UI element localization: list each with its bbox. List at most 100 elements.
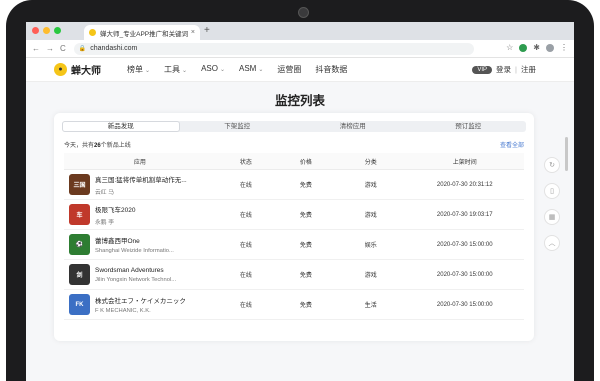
- time-cell: 2020-07-30 15:00:00: [405, 289, 524, 320]
- app-developer: Shanghai Weizide Informatio...: [95, 248, 174, 254]
- tab-1[interactable]: 下架监控: [180, 121, 296, 132]
- app-icon[interactable]: 车: [69, 204, 90, 225]
- nav-item-label: 榜单: [127, 65, 143, 74]
- register-link[interactable]: 注册: [521, 64, 536, 75]
- minimize-window-icon[interactable]: [43, 27, 50, 34]
- puzzle-icon[interactable]: ✱: [533, 43, 540, 52]
- back-icon[interactable]: ←: [32, 44, 40, 53]
- chevron-down-icon: ⌄: [145, 68, 151, 74]
- nav-item-5[interactable]: 抖音数据: [315, 64, 347, 75]
- app-cell[interactable]: 三国 真三国:猛将传单机割草动作无... 云红 马: [64, 169, 216, 200]
- nav-item-1[interactable]: 工具 ⌄: [164, 64, 187, 75]
- page-title: 监控列表: [274, 94, 325, 108]
- browser-tab-bar: 蝉大师_专业APP推广和关键词优 × +: [26, 22, 574, 40]
- nav-item-label: 工具: [164, 65, 181, 74]
- refresh-icon[interactable]: ↻: [544, 157, 560, 173]
- tab-close-icon[interactable]: ×: [191, 29, 195, 36]
- grid-icon[interactable]: ▦: [544, 209, 560, 225]
- favicon-icon: [89, 29, 96, 36]
- star-icon[interactable]: ☆: [506, 43, 513, 52]
- app-developer: Jilin Yongxin Network Technol...: [95, 276, 177, 283]
- category-cell: 生活: [335, 289, 406, 320]
- app-cell[interactable]: 剑 Swordsman Adventures Jilin Yongxin Netwo…: [64, 259, 216, 290]
- nav-item-2[interactable]: ASO ⌄: [201, 64, 225, 75]
- app-cell[interactable]: 车极限飞车2020 永鹏 李: [64, 199, 216, 230]
- app-icon[interactable]: ⚽: [69, 234, 90, 255]
- column-header[interactable]: 价格: [275, 153, 336, 170]
- bee-logo-icon: ●: [54, 63, 67, 76]
- nav-item-label: 运营圈: [277, 65, 302, 74]
- tab-2[interactable]: 清榜应用: [295, 121, 411, 132]
- vip-badge[interactable]: VIP: [472, 65, 493, 74]
- category-cell: 游戏: [335, 169, 406, 200]
- price-cell: 免费: [275, 259, 336, 290]
- app-name[interactable]: 株式会社エフ・ケイメカニック: [95, 295, 211, 305]
- column-header[interactable]: 状态: [215, 153, 276, 170]
- table-row[interactable]: 车极限飞车2020 永鹏 李 在线 免费 游戏 2020-07-30 19:03:17: [64, 199, 524, 230]
- tab-0[interactable]: 新品发现: [62, 121, 180, 132]
- profile-icon[interactable]: [546, 43, 554, 52]
- nav-item-0[interactable]: 榜单 ⌄: [127, 64, 150, 75]
- app-name[interactable]: Swordsman Adventures: [95, 267, 211, 274]
- column-header[interactable]: 分类: [335, 153, 406, 170]
- laptop-frame: 蝉大师_专业APP推广和关键词优 × + ← → C 🔒 chandashi.c…: [0, 0, 600, 381]
- nav-item-3[interactable]: ASM ⌄: [239, 64, 263, 75]
- table-row[interactable]: 三国 真三国:猛将传单机割草动作无... 云红 马 在线 免费 游戏 2020-07-30 …: [64, 169, 524, 200]
- status-cell: 在线: [215, 169, 276, 200]
- app-name[interactable]: 极限飞车2020: [95, 204, 211, 214]
- url-input[interactable]: 🔒 chandashi.com: [73, 42, 474, 55]
- url-text: chandashi.com: [90, 45, 138, 52]
- extension-icon[interactable]: [519, 43, 528, 52]
- reload-icon[interactable]: C: [60, 44, 66, 53]
- forward-icon[interactable]: →: [46, 44, 54, 53]
- tab-3[interactable]: 预订监控: [411, 121, 527, 132]
- address-bar-row: ← → C 🔒 chandashi.com ☆ ✱ ⋮: [26, 40, 574, 58]
- column-header[interactable]: 应用: [64, 153, 216, 170]
- time-cell: 2020-07-30 20:31:12: [405, 169, 524, 200]
- price-cell: 免费: [275, 199, 336, 230]
- app-cell[interactable]: ⚽ 蕾博鑫西甲One Shanghai Weizide Informatio...: [64, 229, 216, 260]
- status-cell: 在线: [215, 199, 276, 230]
- maximize-window-icon[interactable]: [54, 27, 61, 34]
- status-cell: 在线: [215, 229, 276, 260]
- column-header[interactable]: 上架时间: [405, 153, 524, 170]
- app-name[interactable]: 真三国:猛将传单机割草动作无...: [95, 174, 211, 184]
- view-all-link[interactable]: 查看全部: [500, 140, 524, 149]
- app-icon[interactable]: FK: [69, 294, 90, 315]
- chevron-up-icon[interactable]: ︿: [544, 235, 560, 251]
- app-name[interactable]: 蕾博鑫西甲One: [95, 235, 211, 245]
- price-cell: 免费: [275, 289, 336, 320]
- time-cell: 2020-07-30 15:00:00: [405, 229, 524, 260]
- chevron-down-icon: ⌄: [182, 68, 188, 74]
- category-cell: 游戏: [335, 199, 406, 230]
- table-row[interactable]: ⚽ 蕾博鑫西甲One Shanghai Weizide Informatio... 在…: [64, 229, 524, 260]
- app-icon[interactable]: 剑: [69, 264, 90, 285]
- login-link[interactable]: 登录: [496, 64, 511, 75]
- nav-item-label: ASO: [201, 64, 218, 73]
- table-row[interactable]: FK 株式会社エフ・ケイメカニック F K MECHANIC, K.K. 在线 免费 生活…: [64, 289, 524, 320]
- webcam-icon: [298, 7, 309, 18]
- menu-icon[interactable]: ⋮: [560, 43, 568, 52]
- window-controls: [32, 27, 61, 34]
- status-cell: 在线: [215, 259, 276, 290]
- status-cell: 在线: [215, 289, 276, 320]
- phone-icon[interactable]: ▯: [544, 183, 560, 199]
- nav-item-label: ASM: [239, 64, 257, 73]
- site-logo[interactable]: ● 蝉大师: [54, 62, 101, 77]
- main-nav: 榜单 ⌄ 工具 ⌄ ASO ⌄ ASM ⌄ 运营圈 抖音数据: [127, 64, 347, 75]
- app-cell[interactable]: FK 株式会社エフ・ケイメカニック F K MECHANIC, K.K.: [64, 289, 216, 320]
- summary-count: 26: [94, 143, 101, 149]
- browser-tab[interactable]: 蝉大师_专业APP推广和关键词优 ×: [84, 25, 200, 40]
- scrollbar[interactable]: [565, 137, 568, 171]
- screen: 蝉大师_专业APP推广和关键词优 × + ← → C 🔒 chandashi.c…: [26, 22, 574, 381]
- table-row[interactable]: 剑 Swordsman Adventures Jilin Yongxin Netwo…: [64, 259, 524, 290]
- time-cell: 2020-07-30 19:03:17: [405, 199, 524, 230]
- summary-text: 今天，共有26个新品上线: [64, 140, 131, 149]
- new-tab-button[interactable]: +: [204, 25, 210, 37]
- category-cell: 游戏: [335, 259, 406, 290]
- monitor-card: 新品发现 下架监控 清榜应用 预订监控 今天，共有26个新品上线 查看全部 应用 状态价…: [54, 113, 534, 341]
- nav-item-4[interactable]: 运营圈: [277, 64, 301, 75]
- close-window-icon[interactable]: [32, 27, 39, 34]
- app-icon[interactable]: 三国: [69, 174, 90, 195]
- user-area: VIP 登录 | 注册: [472, 64, 536, 75]
